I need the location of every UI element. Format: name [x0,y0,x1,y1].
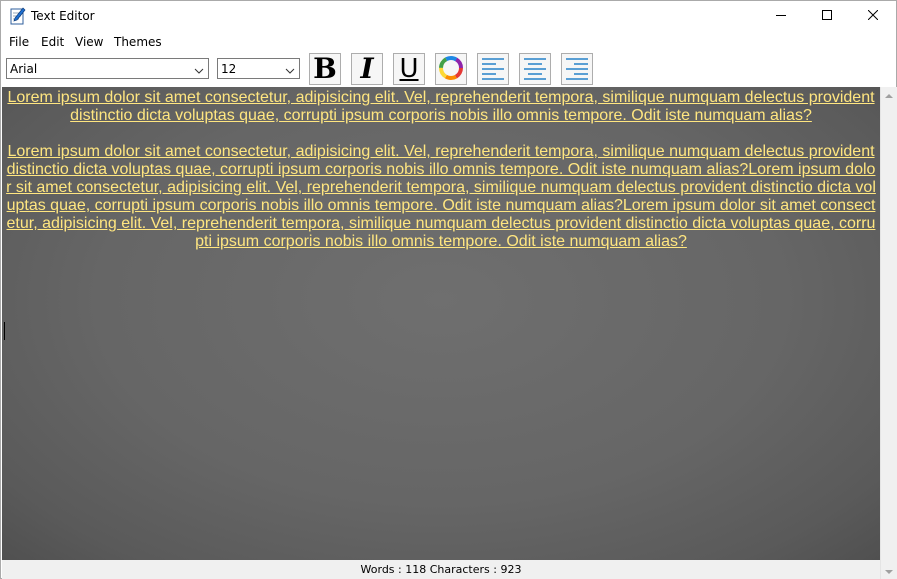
italic-icon: I [360,52,374,85]
text-editor-area[interactable]: Lorem ipsum dolor sit amet consectetur, … [2,87,880,560]
bold-icon: B [313,52,337,85]
pen-notepad-icon [10,7,26,25]
bold-button[interactable]: B [309,53,341,85]
close-icon [867,9,879,23]
maximize-icon [822,9,832,23]
menu-edit[interactable]: Edit [41,35,64,49]
italic-button[interactable]: I [351,53,383,85]
minimize-button[interactable] [758,1,804,31]
chevron-down-icon [194,64,204,74]
align-left-icon [480,55,506,84]
color-wheel-icon [438,55,464,84]
word-character-count: Words : 118 Characters : 923 [360,563,522,576]
font-family-value: Arial [10,62,38,76]
status-bar: Words : 118 Characters : 923 [2,560,880,579]
close-button[interactable] [850,1,896,31]
minimize-icon [776,9,786,23]
chevron-down-icon [885,564,893,578]
title-bar[interactable]: Text Editor [1,1,896,31]
scroll-down-button[interactable] [881,563,897,579]
scroll-up-button[interactable] [881,87,897,103]
menu-view[interactable]: View [75,35,103,49]
editor-paragraph: Lorem ipsum dolor sit amet consectetur, … [6,143,876,250]
editor-content[interactable]: Lorem ipsum dolor sit amet consectetur, … [4,89,878,269]
formatting-toolbar: Arial 12 B I U [1,52,896,86]
font-size-value: 12 [221,62,237,76]
text-caret [4,322,5,340]
align-right-button[interactable] [561,53,593,85]
editor-paragraph: Lorem ipsum dolor sit amet consectetur, … [7,89,875,124]
chevron-up-icon [885,88,893,102]
text-editor-window: Text Editor File Edit View Themes Arial [0,0,897,579]
align-left-button[interactable] [477,53,509,85]
align-center-icon [522,55,548,84]
align-right-icon [564,55,590,84]
align-center-button[interactable] [519,53,551,85]
underline-button[interactable]: U [393,53,425,85]
underline-icon: U [399,54,419,84]
font-size-select[interactable]: 12 [217,58,300,79]
menu-themes[interactable]: Themes [114,35,162,49]
window-title: Text Editor [31,9,95,23]
menu-file[interactable]: File [9,35,29,49]
maximize-button[interactable] [804,1,850,31]
font-family-select[interactable]: Arial [6,58,209,79]
menu-bar: File Edit View Themes [1,32,896,52]
text-color-button[interactable] [435,53,467,85]
vertical-scrollbar[interactable] [880,87,897,579]
chevron-down-icon [285,64,295,74]
